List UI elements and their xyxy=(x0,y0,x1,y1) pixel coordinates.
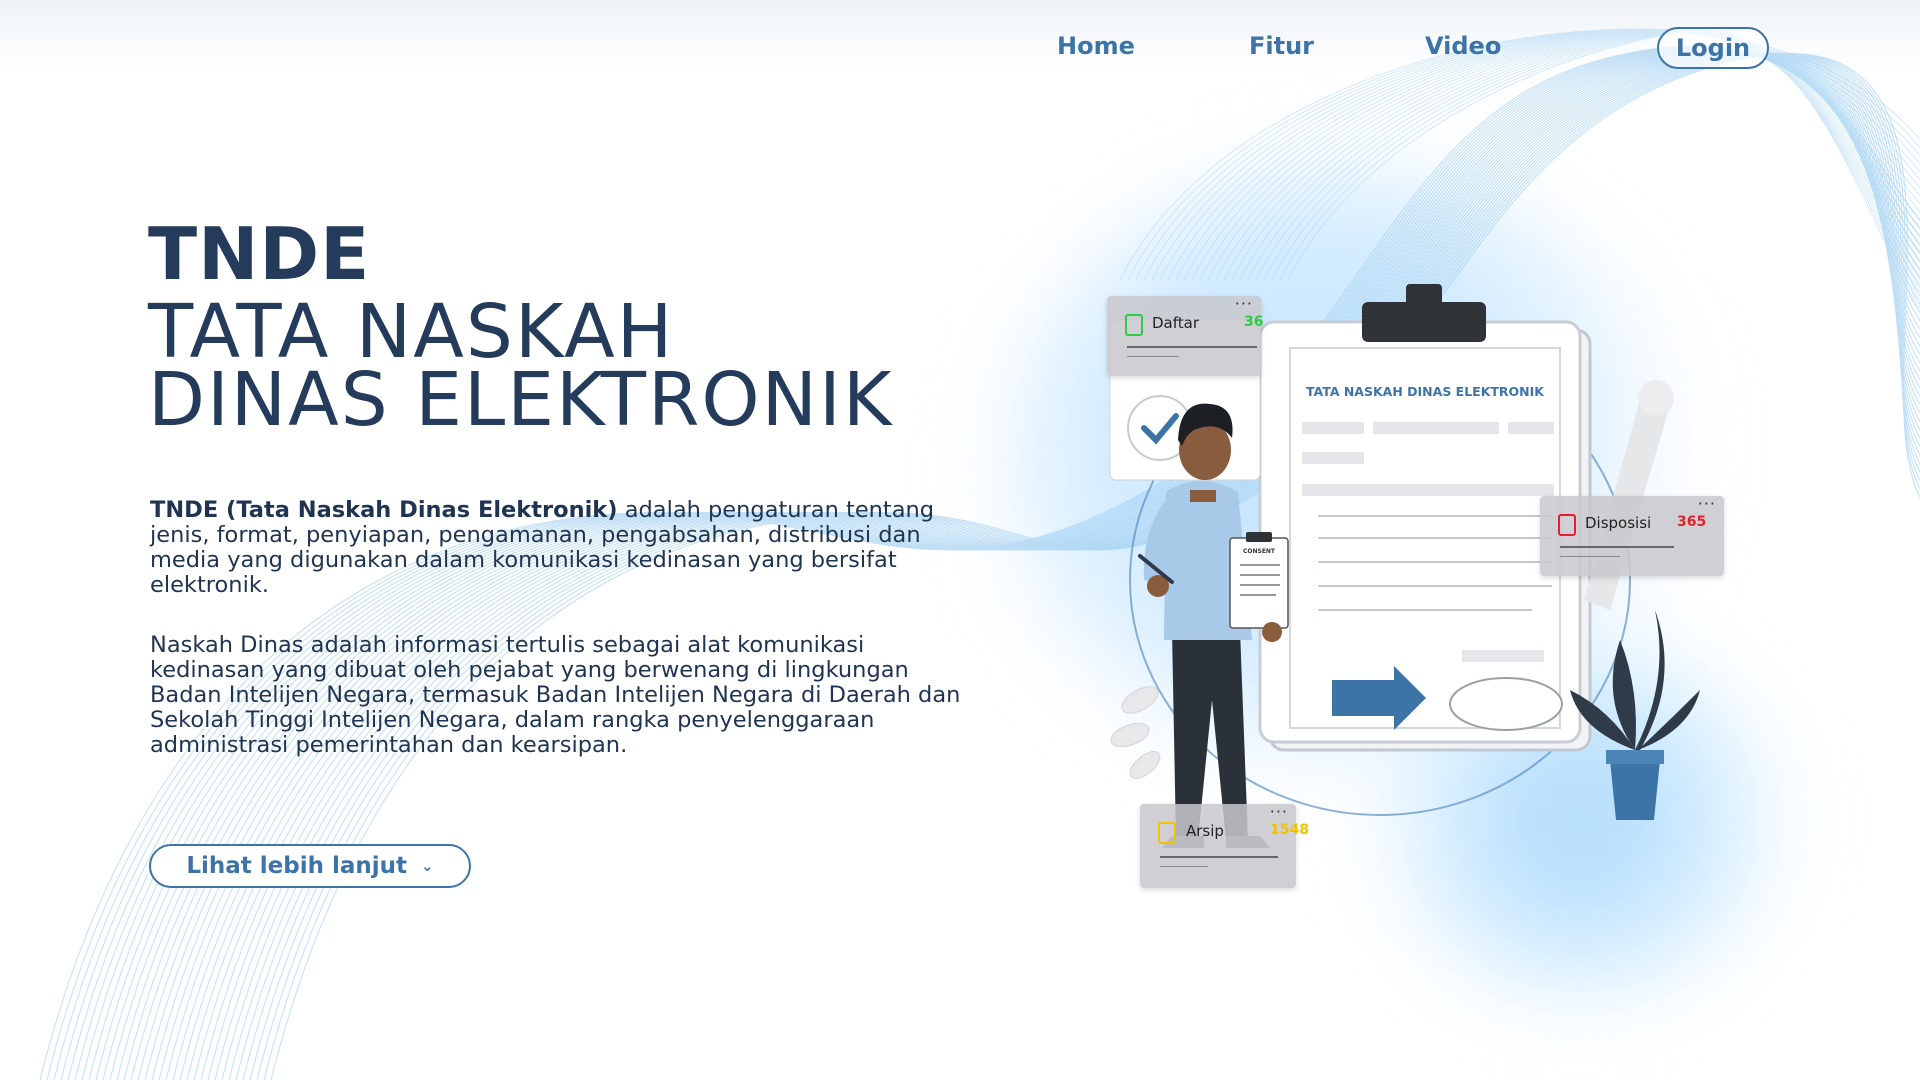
more-button-label: Lihat lebih lanjut xyxy=(186,853,408,879)
stat-label-arsip: Arsip xyxy=(1186,822,1224,840)
hero-illustration: TATA NASKAH DINAS ELEKTRONIK CONSENT Daf… xyxy=(1080,280,1780,920)
nav-fitur[interactable]: Fitur xyxy=(1249,32,1314,60)
card-line xyxy=(1127,346,1257,348)
stat-value-disposisi: 365 xyxy=(1677,514,1707,530)
stat-card-arsip: Arsip 1548 ··· xyxy=(1140,802,1309,888)
chevron-down-icon: ⌄ xyxy=(421,857,434,875)
stat-label-disposisi: Disposisi xyxy=(1585,514,1652,532)
archive-icon xyxy=(1158,822,1176,844)
more-options-icon: ··· xyxy=(1697,494,1716,513)
brand-title: TNDE xyxy=(148,212,371,296)
stat-value-arsip: 1548 xyxy=(1270,822,1309,838)
title-line-1: TATA NASKAH xyxy=(148,289,675,375)
description-bold: TNDE (Tata Naskah Dinas Elektronik) xyxy=(150,497,618,523)
card-line xyxy=(1560,556,1620,557)
stat-value-daftar: 36 xyxy=(1244,314,1264,330)
stat-card-daftar: Daftar 36 ··· xyxy=(1107,294,1264,376)
more-options-icon: ··· xyxy=(1269,802,1288,821)
document-list-icon xyxy=(1125,314,1143,336)
page-title: TATA NASKAH DINAS ELEKTRONIK xyxy=(148,289,894,443)
document-title: TATA NASKAH DINAS ELEKTRONIK xyxy=(1306,384,1545,399)
card-line xyxy=(1127,356,1179,357)
nav-home[interactable]: Home xyxy=(1057,32,1135,60)
nav-video[interactable]: Video xyxy=(1425,32,1501,60)
title-line-2: DINAS ELEKTRONIK xyxy=(148,357,894,443)
more-options-icon: ··· xyxy=(1234,294,1253,313)
document-icon xyxy=(1558,514,1576,536)
description-paragraph-2: Naskah Dinas adalah informasi tertulis s… xyxy=(150,632,961,758)
card-line xyxy=(1160,866,1208,867)
clipboard-label: CONSENT xyxy=(1243,548,1276,555)
login-label: Login xyxy=(1675,34,1751,62)
stat-label-daftar: Daftar xyxy=(1152,314,1199,332)
login-button[interactable]: Login xyxy=(1657,27,1769,69)
stat-card-disposisi: Disposisi 365 ··· xyxy=(1540,494,1724,576)
card-line xyxy=(1160,856,1278,858)
description-paragraph-1: TNDE (Tata Naskah Dinas Elektronik) adal… xyxy=(150,498,970,598)
card-line xyxy=(1560,546,1674,548)
more-button[interactable]: Lihat lebih lanjut ⌄ xyxy=(149,844,471,888)
